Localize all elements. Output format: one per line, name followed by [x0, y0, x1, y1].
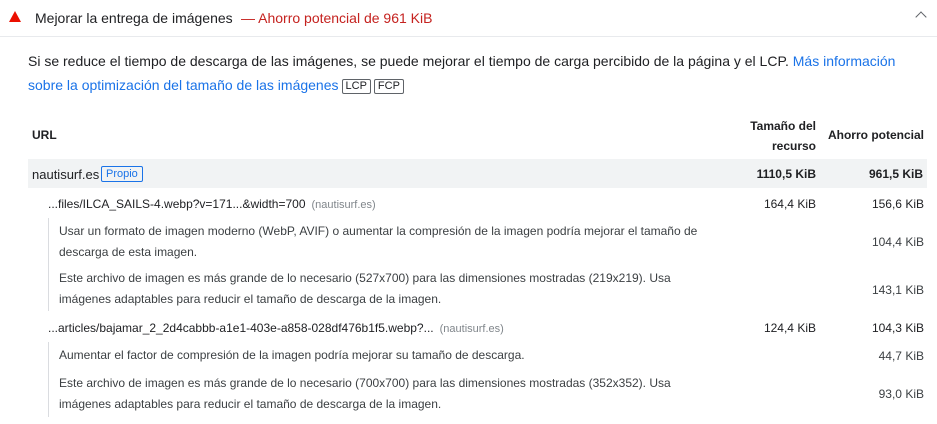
subitem-savings: 104,4 KiB — [871, 235, 924, 249]
audit-description: Si se reduce el tiempo de descarga de la… — [28, 49, 928, 97]
resource-savings: 104,3 KiB — [871, 321, 924, 335]
resource-url[interactable]: ...articles/bajamar_2_2d4cabbb-a1e1-403e… — [48, 321, 434, 335]
subitem-text: Este archivo de imagen es más grande de … — [59, 376, 671, 411]
audit-header[interactable]: Mejorar la entrega de imágenes — Ahorro … — [0, 0, 937, 37]
subitem-savings: 93,0 KiB — [878, 387, 924, 401]
resource-size: 164,4 KiB — [763, 197, 816, 211]
table-row-url[interactable]: ...files/ILCA_SAILS-4.webp?v=171...&widt… — [48, 197, 376, 211]
subitem-text: Aumentar el factor de compresión de la i… — [59, 348, 525, 362]
resource-host: (nautisurf.es) — [311, 199, 376, 211]
subitem-savings: 143,1 KiB — [871, 283, 924, 297]
chevron-up-icon[interactable] — [915, 11, 927, 23]
column-header-url: URL — [32, 128, 57, 142]
column-header-size-line2: recurso — [771, 139, 816, 153]
table-row-url[interactable]: ...articles/bajamar_2_2d4cabbb-a1e1-403e… — [48, 321, 504, 335]
first-party-badge: Propio — [101, 166, 143, 182]
subitem-savings: 44,7 KiB — [878, 349, 924, 363]
column-header-size-line1: Tamaño del — [750, 119, 816, 133]
audit-savings: — Ahorro potencial de 961 KiB — [241, 10, 433, 26]
subitem-text: Usar un formato de imagen moderno (WebP,… — [59, 224, 698, 259]
entity-group-row: nautisurf.es Propio 1110,5 KiB 961,5 KiB — [28, 159, 927, 188]
entity-size: 1110,5 KiB — [756, 167, 816, 181]
subitem-text: Este archivo de imagen es más grande de … — [59, 271, 671, 306]
resource-url[interactable]: ...files/ILCA_SAILS-4.webp?v=171...&widt… — [48, 197, 306, 211]
entity-name: nautisurf.es — [32, 167, 100, 182]
description-text: Si se reduce el tiempo de descarga de la… — [28, 53, 793, 69]
entity-savings: 961,5 KiB — [868, 167, 923, 181]
resource-host: (nautisurf.es) — [439, 323, 504, 335]
subitems-border — [48, 218, 49, 311]
audit-title: Mejorar la entrega de imágenes — [35, 10, 233, 26]
resource-savings: 156,6 KiB — [871, 197, 924, 211]
audit-image-delivery: Mejorar la entrega de imágenes — Ahorro … — [0, 0, 937, 424]
resource-size: 124,4 KiB — [763, 321, 816, 335]
warning-triangle-icon — [9, 11, 21, 22]
column-header-size: Tamaño del recurso — [750, 116, 816, 156]
tag-fcp: FCP — [373, 79, 404, 94]
subitems-border — [48, 342, 49, 417]
column-header-savings: Ahorro potencial — [827, 128, 924, 142]
tag-lcp: LCP — [341, 79, 371, 94]
